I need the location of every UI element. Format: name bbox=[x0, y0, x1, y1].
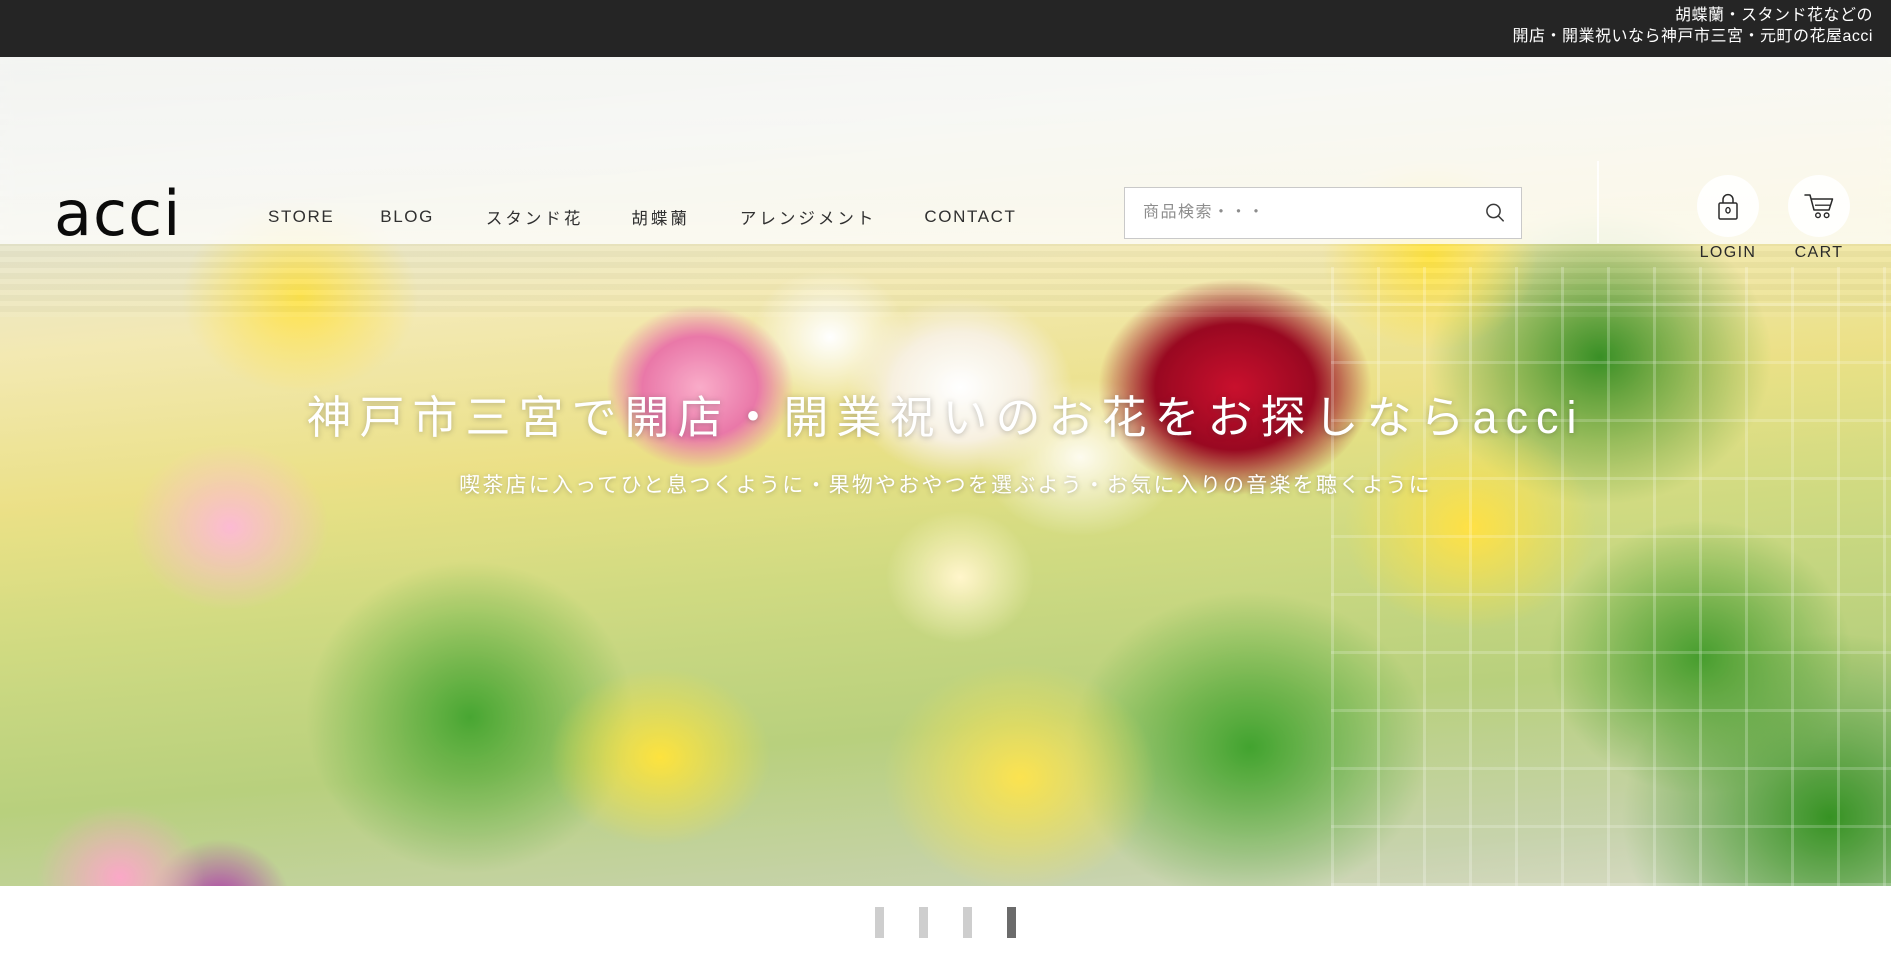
site-logo[interactable]: acci bbox=[54, 183, 181, 245]
login-button[interactable]: LOGIN bbox=[1697, 175, 1759, 262]
search-input[interactable] bbox=[1125, 188, 1469, 238]
site-header: acci STORE BLOG スタンド花 胡蝶蘭 アレンジメント CONTAC… bbox=[0, 57, 1891, 261]
hero-subheadline: 喫茶店に入ってひと息つくように・果物やおやつを選ぶよう・お気に入りの音楽を聴くよ… bbox=[459, 474, 1432, 497]
slider-bar-2[interactable] bbox=[919, 906, 928, 938]
search-icon bbox=[1486, 203, 1504, 222]
slider-bar-3[interactable] bbox=[963, 906, 972, 938]
slider-bar-4-active[interactable] bbox=[1007, 906, 1016, 938]
cart-icon-circle bbox=[1788, 175, 1850, 237]
announcement-line-1: 胡蝶蘭・スタンド花などの bbox=[1674, 7, 1873, 24]
homepage: 胡蝶蘭・スタンド花などの 開店・開業祝いなら神戸市三宮・元町の花屋acci ac… bbox=[0, 0, 1891, 958]
header-divider bbox=[1597, 161, 1599, 243]
announcement-line-2: 開店・開業祝いなら神戸市三宮・元町の花屋acci bbox=[1512, 28, 1873, 45]
nav-item-stand-flower[interactable]: スタンド花 bbox=[486, 205, 584, 229]
product-search-box bbox=[1124, 187, 1522, 239]
nav-item-arrangement[interactable]: アレンジメント bbox=[740, 205, 877, 229]
login-label: LOGIN bbox=[1699, 244, 1757, 261]
hero-headline: 神戸市三宮で開店・開業祝いのお花をお探しならacci bbox=[306, 392, 1585, 443]
top-announcement-bar: 胡蝶蘭・スタンド花などの 開店・開業祝いなら神戸市三宮・元町の花屋acci bbox=[0, 0, 1891, 57]
nav-item-contact[interactable]: CONTACT bbox=[924, 207, 1016, 227]
slider-bar-1[interactable] bbox=[875, 906, 884, 938]
cart-button[interactable]: CART bbox=[1788, 175, 1850, 262]
lock-icon bbox=[1718, 193, 1738, 220]
search-submit-button[interactable] bbox=[1469, 188, 1521, 238]
nav-item-store[interactable]: STORE bbox=[268, 207, 334, 227]
announcement-text: 胡蝶蘭・スタンド花などの 開店・開業祝いなら神戸市三宮・元町の花屋acci bbox=[1513, 5, 1873, 47]
cart-icon bbox=[1804, 194, 1834, 219]
slider-pagination bbox=[0, 886, 1891, 958]
main-navigation: STORE BLOG スタンド花 胡蝶蘭 アレンジメント CONTACT bbox=[268, 205, 1017, 229]
cart-label: CART bbox=[1794, 244, 1844, 261]
nav-item-phalaenopsis[interactable]: 胡蝶蘭 bbox=[631, 205, 690, 229]
nav-item-blog[interactable]: BLOG bbox=[380, 207, 434, 227]
login-icon-circle bbox=[1697, 175, 1759, 237]
